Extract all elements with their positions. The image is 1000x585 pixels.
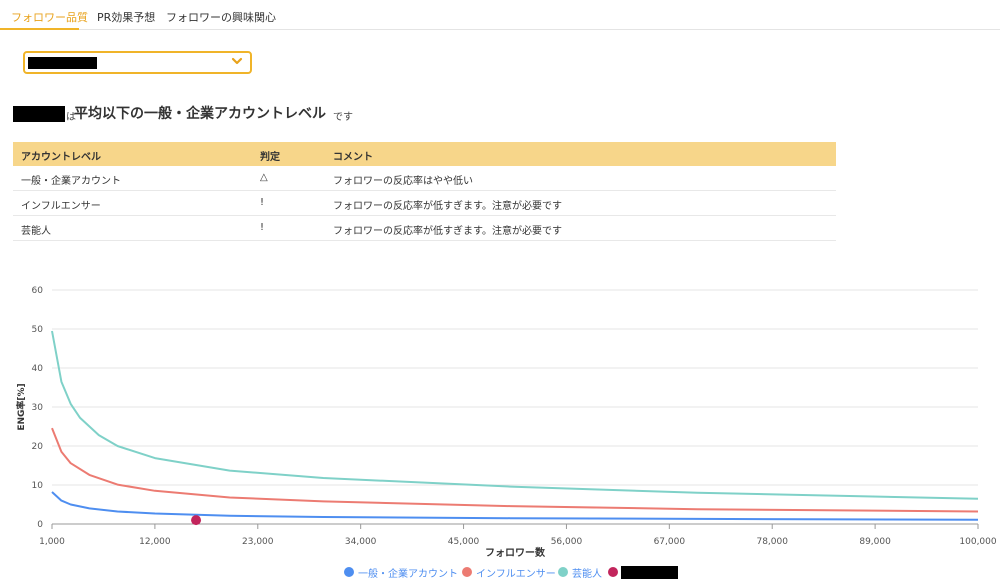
- legend-label: インフルエンサー: [476, 569, 556, 580]
- account-select[interactable]: [23, 51, 252, 74]
- table-row: 一般・企業アカウント △ フォロワーの反応率はやや低い: [13, 166, 836, 191]
- x-tick-label: 1,000: [39, 537, 65, 547]
- x-tick-label: 12,000: [139, 537, 171, 547]
- table-header: アカウントレベル 判定 コメント: [13, 142, 836, 166]
- legend-label: 一般・企業アカウント: [358, 569, 458, 580]
- headline-suffix: です: [333, 112, 353, 123]
- account-data-point: [191, 515, 202, 526]
- legend-dot-influencer: [462, 567, 472, 577]
- row-comment: フォロワーの反応率が低すぎます。注意が必要です: [333, 201, 562, 212]
- chart-legend: 一般・企業アカウント インフルエンサー 芸能人: [344, 564, 684, 580]
- engagement-rate-chart: 0 10 20 30 40 50 60 1,000 12,000 23,000 34,000 45,0…: [15, 286, 997, 559]
- x-tick-label: 23,000: [242, 537, 274, 547]
- headline-main: 平均以下の一般・企業アカウントレベル: [74, 106, 326, 122]
- tab-bar: フォロワー品質 PR効果予想 フォロワーの興味関心: [0, 0, 1000, 30]
- x-tick-label: 45,000: [448, 537, 480, 547]
- result-headline: は 平均以下の一般・企業アカウントレベル です: [13, 103, 713, 125]
- y-tick-label: 50: [32, 325, 44, 335]
- legend-dot-account: [608, 567, 618, 577]
- row-comment: フォロワーの反応率が低すぎます。注意が必要です: [333, 226, 562, 237]
- account-level-table: アカウントレベル 判定 コメント 一般・企業アカウント △ フォロワーの反応率は…: [13, 142, 836, 241]
- header-account-level: アカウントレベル: [21, 152, 101, 163]
- y-tick-label: 20: [32, 442, 44, 452]
- series-line-influencer: [51, 427, 979, 513]
- x-tick-label: 56,000: [551, 537, 583, 547]
- tab-follower-interests[interactable]: フォロワーの興味関心: [166, 9, 276, 25]
- redacted-account-name: [28, 57, 97, 69]
- legend-dot-celebrity: [558, 567, 568, 577]
- x-tick-label: 67,000: [654, 537, 686, 547]
- tab-pr-effect[interactable]: PR効果予想: [97, 9, 155, 25]
- row-level: インフルエンサー: [21, 201, 101, 212]
- x-axis-title: フォロワー数: [485, 546, 546, 559]
- header-comment: コメント: [333, 152, 373, 163]
- y-tick-label: 10: [32, 481, 44, 491]
- x-tick-label: 78,000: [756, 537, 788, 547]
- legend-dot-general: [344, 567, 354, 577]
- row-judgement: △: [260, 172, 268, 183]
- active-tab-indicator: [0, 28, 79, 30]
- row-level: 一般・企業アカウント: [21, 176, 121, 187]
- chevron-down-icon: [231, 57, 243, 65]
- y-tick-label: 40: [32, 364, 44, 374]
- x-tick-label: 89,000: [859, 537, 891, 547]
- y-tick-label: 30: [32, 403, 44, 413]
- x-tick-label: 34,000: [345, 537, 377, 547]
- series-line-celebrity: [51, 330, 979, 500]
- y-tick-label: 0: [37, 520, 43, 530]
- row-judgement: !: [260, 222, 265, 233]
- row-level: 芸能人: [21, 226, 51, 237]
- y-axis-title: ENG率[%]: [15, 383, 27, 430]
- x-tick-label: 100,000: [959, 537, 996, 547]
- tab-follower-quality[interactable]: フォロワー品質: [11, 9, 88, 25]
- row-judgement: !: [260, 197, 265, 208]
- table-row: 芸能人 ! フォロワーの反応率が低すぎます。注意が必要です: [13, 216, 836, 241]
- table-row: インフルエンサー ! フォロワーの反応率が低すぎます。注意が必要です: [13, 191, 836, 216]
- redacted-account-name: [621, 566, 678, 579]
- header-judgement: 判定: [260, 152, 280, 163]
- y-tick-label: 60: [32, 286, 44, 296]
- row-comment: フォロワーの反応率はやや低い: [333, 176, 473, 187]
- legend-label: 芸能人: [572, 569, 602, 580]
- redacted-account-name: [13, 106, 65, 122]
